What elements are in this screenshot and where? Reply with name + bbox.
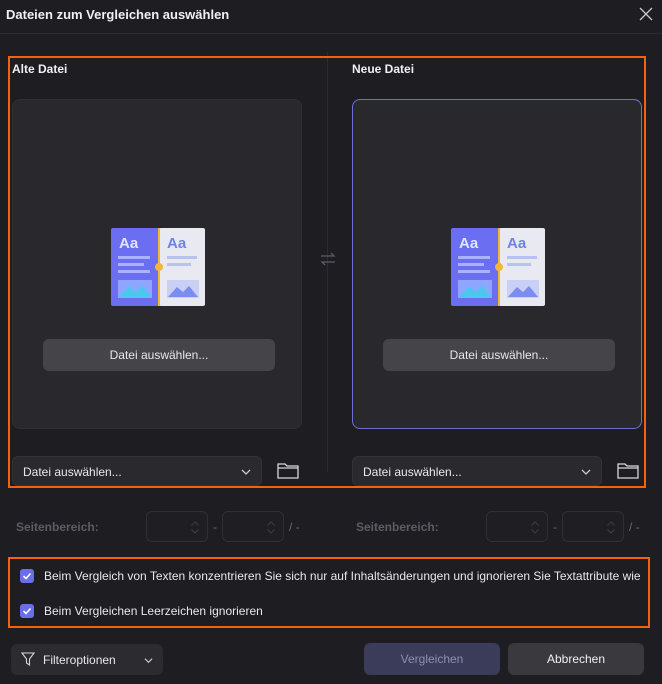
- dialog-title: Dateien zum Vergleichen auswählen: [6, 7, 230, 22]
- chevron-up-icon[interactable]: [267, 521, 275, 526]
- cancel-button[interactable]: Abbrechen: [508, 643, 644, 675]
- old-page-start-spinbox[interactable]: [146, 511, 208, 542]
- new-page-range-label: Seitenbereich:: [356, 520, 439, 534]
- chevron-down-icon[interactable]: [191, 529, 199, 534]
- chevron-down-icon: [144, 658, 153, 664]
- chevron-down-icon[interactable]: [531, 529, 539, 534]
- filter-options-button[interactable]: Filteroptionen: [11, 644, 163, 675]
- new-page-start-spinbox[interactable]: [486, 511, 548, 542]
- title-separator: [0, 33, 662, 34]
- page-total-label: / -: [289, 520, 300, 534]
- chevron-down-icon[interactable]: [267, 529, 275, 534]
- title-bar: Dateien zum Vergleichen auswählen: [0, 0, 662, 30]
- chevron-down-icon[interactable]: [607, 529, 615, 534]
- old-page-range-label: Seitenbereich:: [16, 520, 99, 534]
- page-range-separator: -: [553, 520, 557, 534]
- page-range-separator: -: [213, 520, 217, 534]
- filter-icon: [21, 652, 35, 666]
- chevron-up-icon[interactable]: [607, 521, 615, 526]
- page-total-label: / -: [629, 520, 640, 534]
- chevron-up-icon[interactable]: [191, 521, 199, 526]
- chevron-up-icon[interactable]: [531, 521, 539, 526]
- close-icon[interactable]: [638, 6, 654, 22]
- options-highlight-box: [8, 557, 650, 628]
- compare-button[interactable]: Vergleichen: [364, 643, 500, 675]
- filter-options-label: Filteroptionen: [43, 653, 116, 667]
- files-highlight-box: [8, 56, 646, 488]
- old-page-end-spinbox[interactable]: [222, 511, 284, 542]
- new-page-end-spinbox[interactable]: [562, 511, 624, 542]
